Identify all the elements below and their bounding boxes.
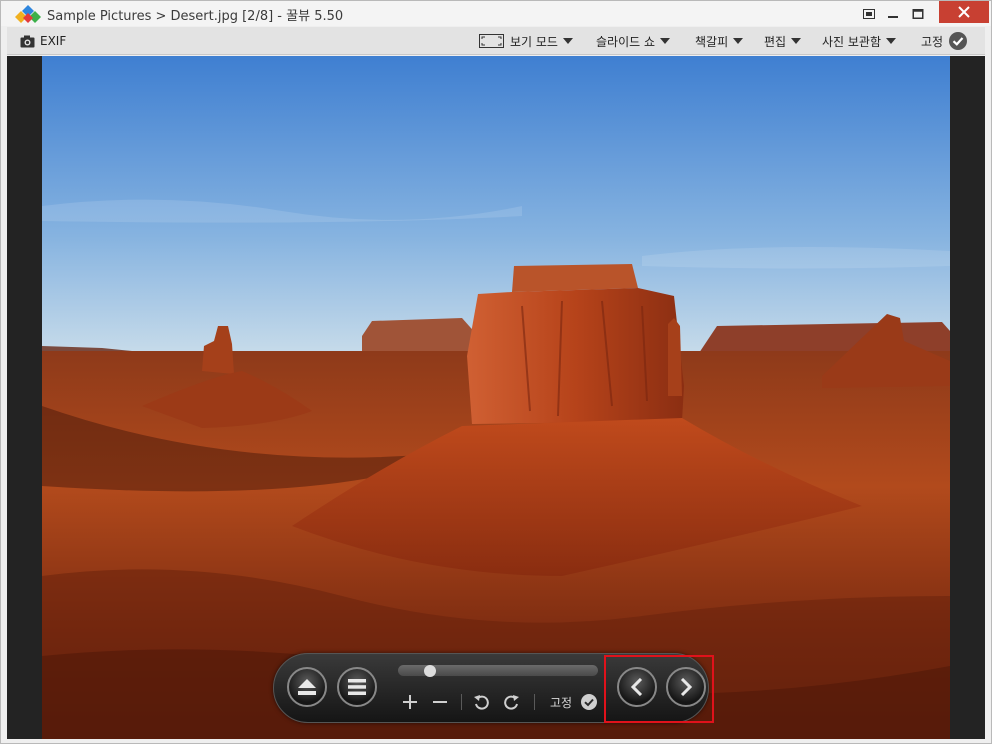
control-pin-label: 고정 — [550, 696, 573, 710]
bookmark-menu[interactable]: 책갈피 — [695, 32, 744, 50]
window-title: Sample Pictures > Desert.jpg [2/8] - 꿀뷰 … — [47, 9, 344, 24]
fullscreen-button[interactable] — [857, 1, 881, 26]
chevron-down-icon — [562, 38, 573, 44]
minimize-icon — [888, 15, 898, 18]
exif-button[interactable]: EXIF — [20, 32, 66, 50]
zoom-out-icon[interactable] — [432, 694, 448, 710]
menu-button[interactable] — [337, 667, 377, 707]
title-bar[interactable]: Sample Pictures > Desert.jpg [2/8] - 꿀뷰 … — [1, 1, 991, 26]
chevron-down-icon — [733, 38, 744, 44]
camera-icon — [20, 35, 35, 47]
eject-button[interactable] — [287, 667, 327, 707]
maximize-icon — [912, 8, 924, 19]
exif-label: EXIF — [40, 34, 67, 48]
maximize-button[interactable] — [906, 1, 930, 26]
close-icon — [958, 6, 970, 18]
zoom-slider-thumb[interactable] — [424, 665, 436, 677]
edit-label: 편집 — [764, 34, 787, 49]
chevron-down-icon — [791, 38, 802, 44]
image-viewer[interactable] — [7, 56, 985, 739]
minimize-button[interactable] — [881, 1, 905, 26]
eject-icon — [298, 679, 316, 695]
chevron-down-icon — [660, 38, 671, 44]
pin-label: 고정 — [921, 34, 944, 49]
navigation-highlight-box — [604, 655, 714, 723]
photo-archive-menu[interactable]: 사진 보관함 — [822, 32, 897, 50]
control-divider — [534, 694, 535, 710]
toolbar: EXIF 보기 모드 슬라이드 쇼 책갈피 편집 사진 보관함 고정 — [7, 27, 985, 55]
slideshow-menu[interactable]: 슬라이드 쇼 — [596, 32, 671, 50]
view-mode-menu[interactable]: 보기 모드 — [479, 32, 573, 50]
photo-archive-label: 사진 보관함 — [822, 34, 882, 49]
control-divider — [461, 694, 462, 710]
check-circle-icon — [949, 32, 968, 50]
desert-photo — [42, 56, 950, 739]
check-icon — [580, 694, 597, 710]
view-mode-icon — [479, 34, 504, 48]
bookmark-label: 책갈피 — [695, 34, 729, 49]
app-window: Sample Pictures > Desert.jpg [2/8] - 꿀뷰 … — [0, 0, 992, 744]
menu-icon — [348, 679, 366, 695]
pin-toggle[interactable]: 고정 — [921, 32, 968, 50]
zoom-in-icon[interactable] — [402, 694, 418, 710]
view-mode-label: 보기 모드 — [510, 34, 558, 49]
app-logo-icon — [15, 5, 41, 23]
slideshow-label: 슬라이드 쇼 — [596, 34, 656, 49]
edit-menu[interactable]: 편집 — [764, 32, 802, 50]
fullscreen-icon — [863, 8, 875, 19]
rotate-left-icon[interactable] — [473, 694, 489, 710]
chevron-down-icon — [886, 38, 897, 44]
rotate-right-icon[interactable] — [504, 694, 520, 710]
control-pin-toggle[interactable]: 고정 — [550, 694, 597, 711]
close-button[interactable] — [939, 1, 989, 23]
